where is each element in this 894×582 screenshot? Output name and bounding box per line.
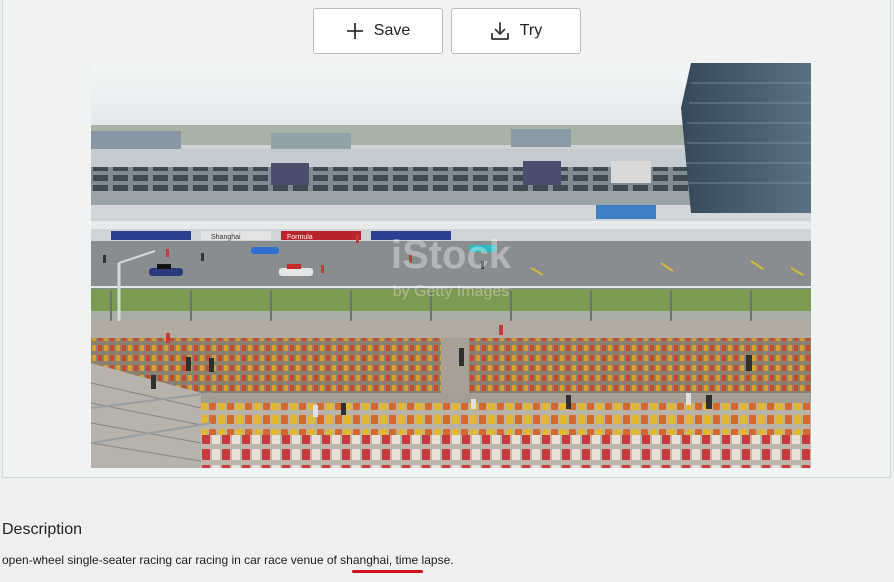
try-button[interactable]: Try [451, 8, 581, 54]
spellcheck-underline [352, 570, 423, 573]
image-preview-card: Save Try Shanghai Formula iStock by Gett… [2, 0, 891, 478]
banner-text-2: Formula [287, 234, 313, 241]
race-circuit-photo: Shanghai Formula iStock by Getty Images [91, 63, 811, 468]
description-heading: Description [2, 521, 83, 538]
plus-icon [346, 23, 363, 39]
description-text: open-wheel single-seater racing car raci… [2, 553, 454, 567]
save-button-label: Save [373, 22, 411, 39]
watermark-main: iStock [391, 233, 512, 277]
download-icon [490, 22, 509, 40]
save-button[interactable]: Save [313, 8, 443, 54]
race-circuit-illustration: Shanghai Formula iStock by Getty Images [91, 63, 811, 468]
banner-text-1: Shanghai [211, 234, 241, 241]
race-car [251, 247, 279, 254]
watermark-sub: by Getty Images [393, 283, 510, 300]
try-button-label: Try [519, 22, 543, 39]
